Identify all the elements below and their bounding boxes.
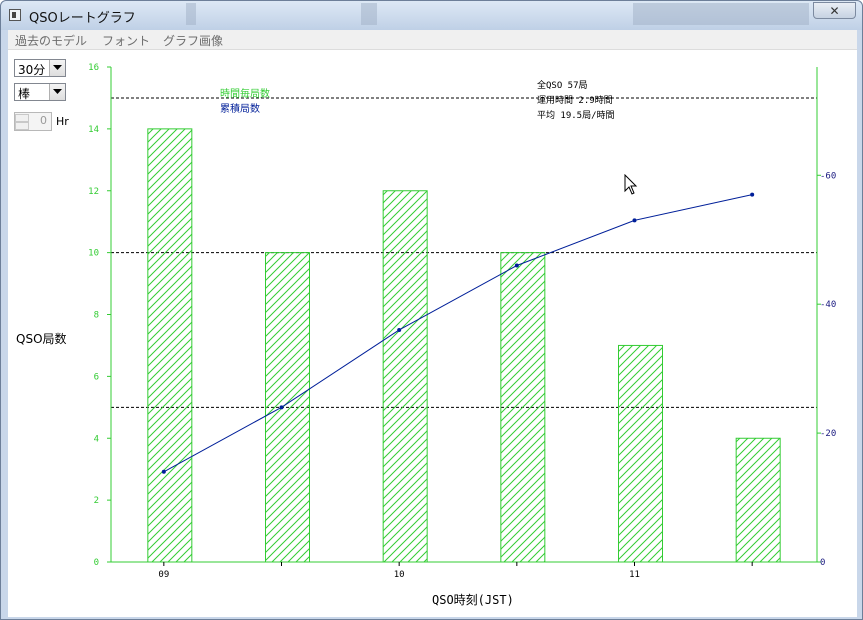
window-title: QSOレートグラフ	[29, 11, 136, 26]
left-tick-label: 10	[88, 249, 99, 259]
legend-line-label: 累積局数	[220, 102, 260, 115]
left-tick-label: 12	[88, 187, 99, 197]
cumulative-point	[161, 469, 166, 474]
menu-past-model[interactable]: 過去のモデル	[15, 32, 87, 49]
close-icon: ✕	[829, 4, 840, 18]
background-blur	[361, 3, 377, 25]
right-tick-label: 0	[820, 558, 825, 568]
right-tick-label: -60	[820, 171, 836, 181]
left-tick-label: 0	[94, 558, 99, 568]
bar	[500, 252, 546, 563]
close-button[interactable]: ✕	[813, 2, 856, 19]
left-tick-label: 16	[88, 63, 99, 73]
cumulative-point	[632, 218, 637, 223]
x-tick-label: 09	[158, 570, 169, 580]
bar	[618, 344, 663, 563]
left-tick-label: 8	[94, 311, 99, 321]
stats-total: 全QSO 57局	[537, 79, 588, 91]
menu-font[interactable]: フォント	[102, 32, 150, 49]
right-tick-label: -40	[820, 300, 836, 310]
app-window: QSOレートグラフ ✕ 過去のモデル フォント グラフ画像 30分 棒 0 Hr…	[0, 0, 863, 620]
bar	[147, 128, 193, 563]
bar	[265, 252, 310, 563]
left-tick-label: 2	[94, 496, 99, 506]
x-tick-label: 11	[629, 570, 640, 580]
x-tick-label: 10	[394, 570, 405, 580]
background-blur	[186, 3, 196, 25]
left-tick-label: 14	[88, 125, 99, 135]
cumulative-point	[514, 263, 519, 268]
cumulative-point	[279, 405, 284, 410]
stats-average: 平均 19.5局/時間	[537, 109, 615, 121]
menu-bar: 過去のモデル フォント グラフ画像	[8, 30, 857, 50]
cumulative-point	[750, 192, 755, 197]
chart-area: 30分 棒 0 Hr QSO局数 QSO時刻(JST) 0 2 4 6 8 10 12 14 1…	[8, 50, 857, 617]
bar	[382, 190, 428, 563]
stats-time: 運用時間 2.9時間	[537, 95, 613, 106]
left-tick-label: 4	[94, 434, 99, 444]
legend-bar-label: 時間毎局数	[220, 87, 270, 100]
background-blur	[633, 3, 809, 25]
right-tick-label: -20	[820, 429, 836, 439]
cumulative-point	[397, 327, 402, 332]
app-icon[interactable]	[9, 9, 21, 21]
title-bar[interactable]: QSOレートグラフ ✕	[1, 1, 862, 30]
bar	[735, 437, 781, 563]
rate-chart: 0 2 4 6 8 10 12 14 16 0 -20 -40 -60 09 10 11 時間毎局数累積局数 全Q…	[88, 63, 836, 580]
menu-graph-image[interactable]: グラフ画像	[163, 32, 223, 49]
mouse-cursor-icon	[624, 174, 638, 195]
cumulative-line	[163, 194, 753, 473]
left-tick-label: 6	[94, 372, 99, 382]
